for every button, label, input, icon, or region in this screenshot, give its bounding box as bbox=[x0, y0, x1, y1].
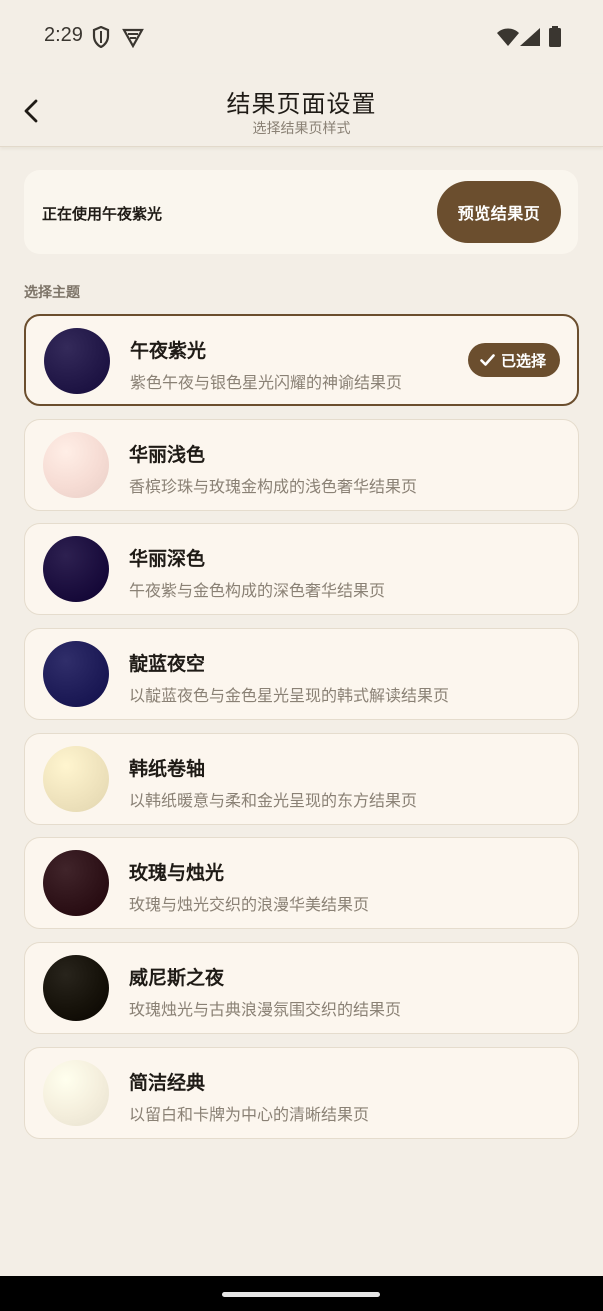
theme-item[interactable]: 韩纸卷轴 以韩纸暖意与柔和金光呈现的东方结果页 bbox=[24, 732, 579, 825]
theme-description: 玫瑰与烛光交织的浪漫华美结果页 bbox=[129, 895, 370, 915]
theme-name: 玫瑰与烛光 bbox=[129, 862, 225, 885]
selected-badge-label: 已选择 bbox=[500, 351, 546, 370]
selected-badge: 已选择 bbox=[467, 343, 560, 377]
theme-item[interactable]: 威尼斯之夜 玫瑰烛光与古典浪漫氛围交织的结果页 bbox=[24, 942, 579, 1035]
theme-swatch bbox=[43, 536, 109, 603]
theme-name: 威尼斯之夜 bbox=[129, 967, 225, 990]
vpn-icon bbox=[122, 26, 144, 52]
page-title: 结果页面设置 bbox=[226, 90, 377, 118]
theme-list: 午夜紫光 紫色午夜与银色星光闪耀的神谕结果页 已选择 华丽浅色 香槟珍珠与玫瑰金… bbox=[24, 314, 579, 1152]
theme-swatch bbox=[43, 641, 109, 708]
theme-description: 紫色午夜与银色星光闪耀的神谕结果页 bbox=[130, 373, 403, 392]
status-bar: 2:29 bbox=[0, 0, 603, 74]
theme-description: 以留白和卡牌为中心的清晰结果页 bbox=[129, 1104, 370, 1124]
theme-description: 以靛蓝夜色与金色星光呈现的韩式解读结果页 bbox=[129, 686, 450, 706]
theme-swatch bbox=[43, 850, 109, 917]
theme-name: 靛蓝夜空 bbox=[129, 653, 206, 676]
theme-name: 韩纸卷轴 bbox=[129, 757, 206, 780]
theme-item[interactable]: 华丽浅色 香槟珍珠与玫瑰金构成的浅色奢华结果页 bbox=[24, 418, 579, 511]
theme-item[interactable]: 午夜紫光 紫色午夜与银色星光闪耀的神谕结果页 已选择 bbox=[24, 314, 579, 406]
theme-swatch bbox=[43, 955, 109, 1022]
app-header: 结果页面设置 选择结果页样式 bbox=[0, 74, 603, 147]
home-indicator[interactable] bbox=[222, 1292, 380, 1297]
check-icon bbox=[480, 354, 495, 366]
preview-result-button[interactable]: 预览结果页 bbox=[437, 181, 561, 243]
battery-icon bbox=[549, 26, 561, 51]
navigation-bar bbox=[0, 1276, 603, 1311]
theme-name: 华丽浅色 bbox=[129, 443, 206, 466]
theme-swatch bbox=[43, 745, 109, 812]
theme-description: 午夜紫与金色构成的深色奢华结果页 bbox=[129, 581, 386, 601]
theme-name: 华丽深色 bbox=[129, 548, 206, 571]
theme-description: 玫瑰烛光与古典浪漫氛围交织的结果页 bbox=[129, 1000, 402, 1020]
theme-swatch bbox=[44, 328, 110, 394]
section-label: 选择主题 bbox=[24, 285, 80, 301]
theme-item[interactable]: 玫瑰与烛光 玫瑰与烛光交织的浪漫华美结果页 bbox=[24, 837, 579, 930]
theme-name: 午夜紫光 bbox=[130, 340, 207, 362]
current-theme-text: 正在使用午夜紫光 bbox=[42, 205, 163, 223]
page-subtitle: 选择结果页样式 bbox=[252, 121, 351, 137]
theme-swatch bbox=[43, 1059, 109, 1126]
wifi-icon bbox=[497, 28, 519, 50]
shield-icon bbox=[92, 25, 110, 52]
theme-item[interactable]: 华丽深色 午夜紫与金色构成的深色奢华结果页 bbox=[24, 523, 579, 616]
theme-swatch bbox=[43, 431, 109, 498]
theme-name: 简洁经典 bbox=[129, 1071, 206, 1094]
theme-description: 以韩纸暖意与柔和金光呈现的东方结果页 bbox=[129, 790, 418, 810]
theme-item[interactable]: 靛蓝夜空 以靛蓝夜色与金色星光呈现的韩式解读结果页 bbox=[24, 628, 579, 721]
theme-description: 香槟珍珠与玫瑰金构成的浅色奢华结果页 bbox=[129, 476, 418, 496]
cellular-icon bbox=[520, 28, 540, 50]
status-time: 2:29 bbox=[44, 24, 83, 46]
theme-item[interactable]: 简洁经典 以留白和卡牌为中心的清晰结果页 bbox=[24, 1046, 579, 1139]
current-theme-card: 正在使用午夜紫光 预览结果页 bbox=[24, 170, 578, 254]
